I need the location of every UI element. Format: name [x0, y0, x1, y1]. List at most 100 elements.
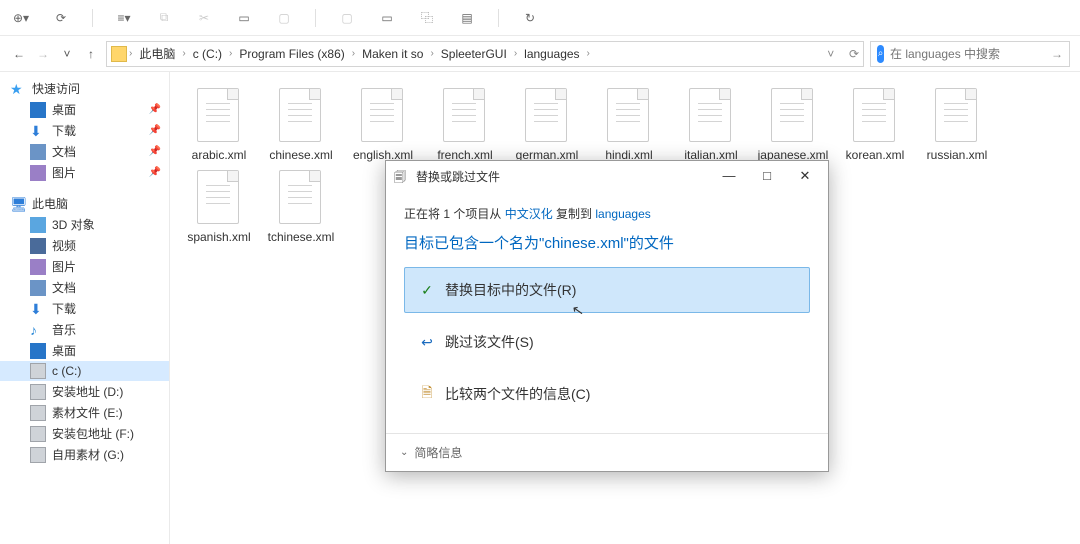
cut-icon: ✂: [195, 9, 213, 27]
file-item[interactable]: spanish.xml: [180, 170, 258, 246]
quick-access-header[interactable]: ★快速访问: [0, 78, 169, 99]
sidebar-item-documents2[interactable]: 文档: [0, 277, 169, 298]
file-icon: [443, 88, 487, 144]
file-icon: [853, 88, 897, 144]
file-name: tchinese.xml: [268, 230, 335, 246]
top-toolbar: ⊕▾ ⟳ ≡▾ ⧉ ✂ ▭ ▢ ▢ ▭ ⿻ ▤ ↻: [0, 0, 1080, 36]
file-item[interactable]: hindi.xml: [590, 88, 668, 164]
file-name: spanish.xml: [187, 230, 250, 246]
sidebar-item-videos[interactable]: 视频: [0, 235, 169, 256]
search-icon: ⌕: [877, 45, 884, 63]
file-item[interactable]: korean.xml: [836, 88, 914, 164]
menu-icon[interactable]: ≡▾: [115, 9, 133, 27]
dialog-details-toggle[interactable]: ⌄ 简略信息: [386, 433, 828, 471]
file-item[interactable]: german.xml: [508, 88, 586, 164]
file-item[interactable]: japanese.xml: [754, 88, 832, 164]
sidebar-item-drive-d[interactable]: 安装地址 (D:): [0, 381, 169, 402]
up-level-button[interactable]: ↑: [82, 45, 100, 63]
nav-row: ← → ˅ ↑ › 此电脑› c (C:)› Program Files (x8…: [0, 36, 1080, 72]
breadcrumb-item[interactable]: Maken it so: [357, 45, 428, 63]
rename-icon: ▢: [275, 9, 293, 27]
maximize-button[interactable]: □: [752, 168, 782, 184]
sidebar-item-drive-g[interactable]: 自用素材 (G:): [0, 444, 169, 465]
this-pc-header[interactable]: 🖥此电脑: [0, 193, 169, 214]
file-icon: [935, 88, 979, 144]
option-replace[interactable]: ✓ 替换目标中的文件(R) ↖: [404, 267, 810, 313]
file-icon: [279, 170, 323, 226]
file-icon: [197, 170, 241, 226]
undo-icon: ↩: [419, 334, 435, 350]
file-icon: [361, 88, 405, 144]
cursor-icon: ↖: [571, 301, 586, 320]
copy-icon: ⧉: [155, 9, 173, 27]
dialog-heading: 目标已包含一个名为"chinese.xml"的文件: [404, 232, 810, 253]
replace-dialog: 🗐 替换或跳过文件 — □ ✕ 正在将 1 个项目从 中文汉化 复制到 lang…: [385, 160, 829, 472]
sidebar-item-documents[interactable]: 文档📌: [0, 141, 169, 162]
dropdown-icon[interactable]: ˅: [827, 47, 834, 61]
file-item[interactable]: arabic.xml: [180, 88, 258, 164]
dialog-icon: 🗐: [394, 168, 410, 184]
chevron-down-icon: ⌄: [400, 447, 408, 458]
sidebar-item-downloads[interactable]: ⬇下载📌: [0, 120, 169, 141]
move-icon: ▢: [338, 9, 356, 27]
sidebar-item-music[interactable]: ♪音乐: [0, 319, 169, 340]
sidebar-item-drive-e[interactable]: 素材文件 (E:): [0, 402, 169, 423]
compare-icon: 🗎: [419, 386, 435, 402]
sidebar-item-drive-c[interactable]: c (C:): [0, 361, 169, 381]
sidebar-item-desktop[interactable]: 桌面📌: [0, 99, 169, 120]
window-icon[interactable]: ▭: [378, 9, 396, 27]
file-item[interactable]: chinese.xml: [262, 88, 340, 164]
breadcrumb-item[interactable]: SpleeterGUI: [436, 45, 512, 63]
breadcrumb-item[interactable]: c (C:): [188, 45, 227, 63]
back-button[interactable]: ←: [10, 45, 28, 63]
file-icon: [689, 88, 733, 144]
dialog-title-text: 替换或跳过文件: [416, 168, 500, 185]
breadcrumb-item[interactable]: languages: [519, 45, 584, 63]
crop-icon[interactable]: ⿻: [418, 9, 436, 27]
sidebar-item-desktop2[interactable]: 桌面: [0, 340, 169, 361]
folder-icon: [111, 46, 127, 62]
sidebar-item-pictures[interactable]: 图片📌: [0, 162, 169, 183]
refresh-icon[interactable]: ⟳: [52, 9, 70, 27]
file-item[interactable]: english.xml: [344, 88, 422, 164]
forward-button[interactable]: →: [34, 45, 52, 63]
file-item[interactable]: russian.xml: [918, 88, 996, 164]
option-compare[interactable]: 🗎 比较两个文件的信息(C): [404, 371, 810, 417]
calc-icon[interactable]: ▤: [458, 9, 476, 27]
up-button[interactable]: ˅: [58, 45, 76, 63]
file-icon: [197, 88, 241, 144]
sidebar-item-drive-f[interactable]: 安装包地址 (F:): [0, 423, 169, 444]
address-bar[interactable]: › 此电脑› c (C:)› Program Files (x86)› Make…: [106, 41, 864, 67]
file-item[interactable]: italian.xml: [672, 88, 750, 164]
sidebar-item-pictures2[interactable]: 图片: [0, 256, 169, 277]
file-name: arabic.xml: [192, 148, 247, 164]
sidebar-item-downloads2[interactable]: ⬇下载: [0, 298, 169, 319]
dialog-titlebar[interactable]: 🗐 替换或跳过文件 — □ ✕: [386, 161, 828, 191]
history-icon[interactable]: ↻: [521, 9, 539, 27]
minimize-button[interactable]: —: [714, 168, 744, 184]
close-button[interactable]: ✕: [790, 168, 820, 184]
search-go-icon[interactable]: →: [1051, 47, 1063, 61]
file-item[interactable]: tchinese.xml: [262, 170, 340, 246]
file-item[interactable]: french.xml: [426, 88, 504, 164]
sidebar: ★快速访问 桌面📌 ⬇下载📌 文档📌 图片📌 🖥此电脑 3D 对象 视频 图片 …: [0, 72, 170, 544]
dialog-message: 正在将 1 个项目从 中文汉化 复制到 languages: [404, 205, 810, 222]
file-icon: [607, 88, 651, 144]
file-icon: [771, 88, 815, 144]
search-input[interactable]: [890, 47, 1045, 61]
dest-link[interactable]: languages: [595, 207, 650, 221]
sidebar-item-3d[interactable]: 3D 对象: [0, 214, 169, 235]
check-icon: ✓: [419, 282, 435, 298]
file-name: chinese.xml: [269, 148, 332, 164]
source-link[interactable]: 中文汉化: [505, 207, 553, 221]
breadcrumb-item[interactable]: Program Files (x86): [234, 45, 349, 63]
refresh-addr-icon[interactable]: ⟳: [849, 47, 859, 61]
breadcrumb-item[interactable]: 此电脑: [134, 43, 180, 64]
new-icon[interactable]: ⊕▾: [12, 9, 30, 27]
file-name: korean.xml: [846, 148, 905, 164]
search-box[interactable]: ⌕ →: [870, 41, 1070, 67]
file-icon: [525, 88, 569, 144]
paste-icon[interactable]: ▭: [235, 9, 253, 27]
option-skip[interactable]: ↩ 跳过该文件(S): [404, 319, 810, 365]
file-icon: [279, 88, 323, 144]
